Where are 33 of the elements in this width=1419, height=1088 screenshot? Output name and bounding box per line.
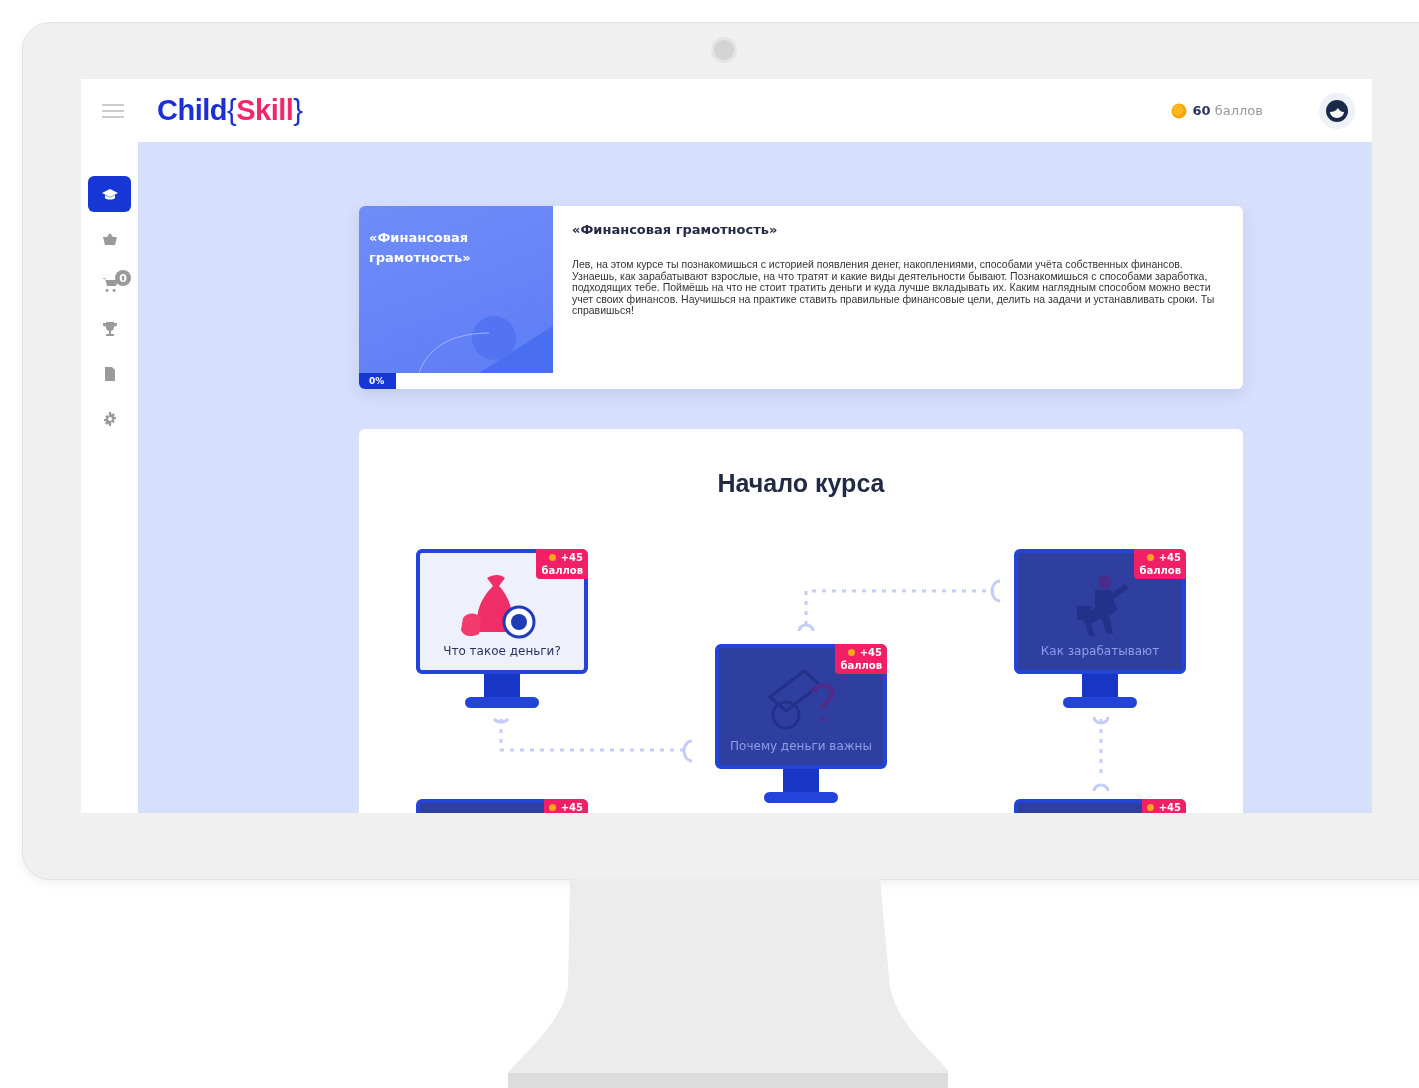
course-cover[interactable]: «Финансовая грамотность» 0% (359, 206, 553, 389)
basket-icon (101, 231, 118, 247)
points-badge: +45 баллов (1134, 549, 1186, 579)
settings-icon (101, 411, 118, 427)
cover-title: «Финансовая грамотность» (369, 229, 472, 267)
points-balance: 60 баллов (1192, 103, 1263, 118)
points-badge: +45 баллов (835, 644, 887, 674)
lesson-tile[interactable]: +45 баллов Как зарабатывают (1014, 549, 1186, 674)
menu-icon[interactable] (102, 103, 124, 118)
lesson-title: Что такое деньги? (443, 644, 561, 658)
avatar[interactable] (1319, 92, 1355, 129)
points-badge: +45 (543, 799, 588, 813)
cart-nav-item[interactable]: 0 (88, 266, 131, 302)
logo[interactable]: Child{Skill} (157, 94, 303, 127)
progress-label: 0% (368, 375, 385, 388)
lesson-title: Почему деньги важны (730, 739, 872, 753)
lesson-title: Как зарабатывают (1040, 644, 1160, 658)
cart-count-badge: 0 (115, 270, 131, 286)
lesson-tile[interactable]: +45 баллов Что такое деньги? (416, 549, 588, 674)
course-description: Лев, на этом курсе ты познакомишься с историей появления денег, накоплениями, способами учёта собственных финансов. Узнаешь, как зарабатывают взрослые, на что тратят и какие виды деятельности бывают. Познакомишься с способами заработка, подходящих тебе. Поймёшь на что не стоит тратить деньги и куда лучше вкладывать их. Каким наглядным способом можно вести учет своих финансов. Научишься на практике ставить правильные финансовые цели, делить на задачи и устанавливать сроки. Ты справишься! (572, 259, 1216, 317)
lesson-tile[interactable]: +45 (416, 799, 588, 813)
course-title: «Финансовая грамотность» (572, 222, 779, 237)
courses-nav-item[interactable] (88, 176, 131, 212)
trophy-icon (101, 321, 118, 337)
section-title: Начало курса (716, 468, 886, 498)
lesson-tile[interactable]: +45 (1014, 799, 1186, 813)
lesson-tile[interactable]: +45 баллов Почему деньги важны (715, 644, 887, 769)
cart-icon (101, 276, 118, 292)
coin-icon (1170, 102, 1187, 119)
points-badge: +45 баллов (536, 549, 588, 579)
points-badge: +45 (1141, 799, 1186, 813)
graduation-cap-icon (101, 186, 118, 202)
camera-dot (711, 37, 737, 63)
